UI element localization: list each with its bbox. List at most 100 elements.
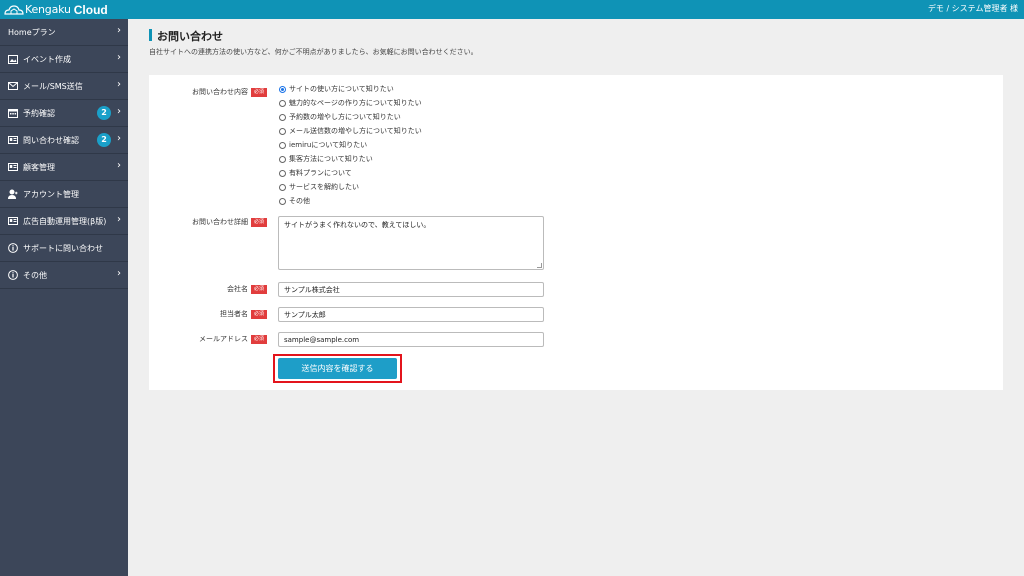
sidebar-item-home-plan[interactable]: Homeプラン › <box>0 19 128 46</box>
count-badge: 2 <box>97 106 111 120</box>
radio-option[interactable]: メール送信数の増やし方について知りたい <box>279 126 422 136</box>
user-menu[interactable]: デモ / システム管理者 様 <box>928 3 1018 14</box>
radio-button[interactable] <box>279 85 286 93</box>
chevron-right-icon: › <box>117 25 121 36</box>
required-badge: 必須 <box>250 87 267 97</box>
person-label: 担当者名 必須 <box>170 309 267 319</box>
field-label: お問い合わせ内容 <box>191 88 248 96</box>
radio-option[interactable]: その他 <box>279 196 310 206</box>
house-logo-icon <box>4 3 24 16</box>
radio-option[interactable]: 集客方法について知りたい <box>279 154 373 164</box>
page-title: お問い合わせ <box>157 30 223 43</box>
sidebar-item-reservations[interactable]: 予約確認 2 › <box>0 100 128 127</box>
company-input[interactable]: サンプル株式会社 <box>278 282 544 297</box>
chevron-right-icon: › <box>117 214 121 225</box>
sidebar-item-ads-beta[interactable]: 広告自動運用管理(β版) › <box>0 208 128 235</box>
radio-label: iemiruについて知りたい <box>289 141 368 149</box>
id-card-icon <box>8 135 18 145</box>
field-label: お問い合わせ詳細 <box>191 218 248 226</box>
radio-label: メール送信数の増やし方について知りたい <box>289 127 422 135</box>
page-description: 自社サイトへの連携方法の使い方など、何かご不明点がありましたら、お気軽にお問い合… <box>149 48 478 56</box>
sidebar-item-label: 予約確認 <box>23 108 55 118</box>
count-badge: 2 <box>97 133 111 147</box>
sidebar-item-label: 顧客管理 <box>23 162 55 172</box>
radio-label: 魅力的なページの作り方について知りたい <box>289 99 422 107</box>
chevron-right-icon: › <box>117 268 121 279</box>
input-value: サンプル株式会社 <box>284 286 340 294</box>
required-badge: 必須 <box>250 334 267 344</box>
brand-suffix: Cloud <box>73 2 108 17</box>
required-badge: 必須 <box>250 309 267 319</box>
confirm-submit-button[interactable]: 送信内容を確認する <box>278 358 397 379</box>
resize-handle-icon[interactable] <box>537 263 542 268</box>
required-badge: 必須 <box>250 284 267 294</box>
radio-option[interactable]: サービスを解約したい <box>279 182 359 192</box>
field-label: メールアドレス <box>198 335 248 343</box>
image-icon <box>8 54 18 64</box>
person-input[interactable]: サンプル太郎 <box>278 307 544 322</box>
sidebar-item-label: 問い合わせ確認 <box>23 135 79 145</box>
radio-label: 有料プランについて <box>289 169 352 177</box>
sidebar-item-label: Homeプラン <box>8 27 56 37</box>
id-card-icon <box>8 162 18 172</box>
email-label: メールアドレス 必須 <box>170 334 267 344</box>
company-label: 会社名 必須 <box>170 284 267 294</box>
brand-name: Kengaku <box>25 3 71 16</box>
radio-label: その他 <box>289 197 310 205</box>
sidebar-item-label: メール/SMS送信 <box>23 81 83 91</box>
sidebar-item-other[interactable]: その他 › <box>0 262 128 289</box>
sidebar-item-label: その他 <box>23 270 47 280</box>
radio-option[interactable]: 予約数の増やし方について知りたい <box>279 112 401 122</box>
user-icon <box>8 189 18 199</box>
chevron-right-icon: › <box>117 52 121 63</box>
sidebar-item-event-create[interactable]: イベント作成 › <box>0 46 128 73</box>
sidebar-item-inquiries[interactable]: 問い合わせ確認 2 › <box>0 127 128 154</box>
chevron-right-icon: › <box>117 160 121 171</box>
sidebar-item-support[interactable]: サポートに問い合わせ <box>0 235 128 262</box>
chevron-right-icon: › <box>117 106 121 117</box>
radio-option[interactable]: 有料プランについて <box>279 168 352 178</box>
info-icon <box>8 243 18 253</box>
radio-button[interactable] <box>279 197 286 205</box>
field-label: 会社名 <box>226 285 248 293</box>
title-accent-bar <box>149 29 152 41</box>
id-card-icon <box>8 216 18 226</box>
input-value: sample@sample.com <box>284 336 360 344</box>
required-badge: 必須 <box>250 217 267 227</box>
sidebar-item-label: イベント作成 <box>23 54 71 64</box>
chevron-right-icon: › <box>117 133 121 144</box>
radio-label: サービスを解約したい <box>289 183 359 191</box>
detail-label: お問い合わせ詳細 必須 <box>170 217 267 227</box>
top-header: Kengaku Cloud デモ / システム管理者 様 <box>0 0 1024 19</box>
textarea-value: サイトがうまく作れないので、教えてほしい。 <box>284 221 431 229</box>
radio-button[interactable] <box>279 183 286 191</box>
radio-button[interactable] <box>279 141 286 149</box>
radio-button[interactable] <box>279 113 286 121</box>
radio-button[interactable] <box>279 127 286 135</box>
detail-textarea[interactable]: サイトがうまく作れないので、教えてほしい。 <box>278 216 544 270</box>
radio-label: サイトの使い方について知りたい <box>289 85 394 93</box>
sidebar-item-label: アカウント管理 <box>23 189 79 199</box>
radio-button[interactable] <box>279 99 286 107</box>
sidebar-item-mail-sms[interactable]: メール/SMS送信 › <box>0 73 128 100</box>
brand-logo[interactable]: Kengaku Cloud <box>4 1 108 18</box>
inquiry-type-label: お問い合わせ内容 必須 <box>170 87 267 97</box>
input-value: サンプル太郎 <box>284 311 326 319</box>
radio-option[interactable]: 魅力的なページの作り方について知りたい <box>279 98 422 108</box>
sidebar-item-label: サポートに問い合わせ <box>23 243 103 253</box>
sidebar-item-accounts[interactable]: アカウント管理 <box>0 181 128 208</box>
radio-option[interactable]: サイトの使い方について知りたい <box>279 84 394 94</box>
field-label: 担当者名 <box>219 310 248 318</box>
radio-button[interactable] <box>279 155 286 163</box>
radio-option[interactable]: iemiruについて知りたい <box>279 140 367 150</box>
email-input[interactable]: sample@sample.com <box>278 332 544 347</box>
sidebar-item-customers[interactable]: 顧客管理 › <box>0 154 128 181</box>
sidebar-item-label: 広告自動運用管理(β版) <box>23 216 107 226</box>
info-icon <box>8 270 18 280</box>
radio-label: 予約数の増やし方について知りたい <box>289 113 401 121</box>
chevron-right-icon: › <box>117 79 121 90</box>
mail-icon <box>8 81 18 91</box>
calendar-icon <box>8 108 18 118</box>
radio-button[interactable] <box>279 169 286 177</box>
sidebar: Homeプラン › イベント作成 › メール/SMS送信 › 予約確認 2 › … <box>0 19 128 576</box>
